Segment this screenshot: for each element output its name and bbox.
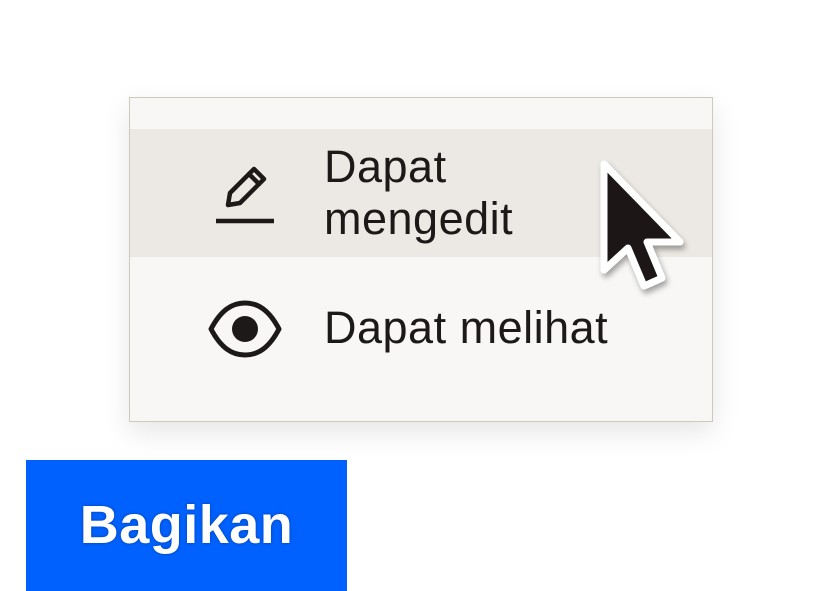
- menu-item-label-can-view: Dapat melihat: [324, 302, 609, 353]
- share-button[interactable]: Bagikan: [26, 460, 347, 591]
- pencil-icon: [216, 166, 274, 224]
- label-line-2: mengedit: [324, 193, 514, 244]
- eye-icon: [208, 300, 282, 358]
- label-line-1: Dapat: [324, 141, 447, 192]
- menu-item-label-can-edit: Dapat mengedit: [324, 141, 513, 245]
- mouse-pointer-icon: [600, 160, 684, 290]
